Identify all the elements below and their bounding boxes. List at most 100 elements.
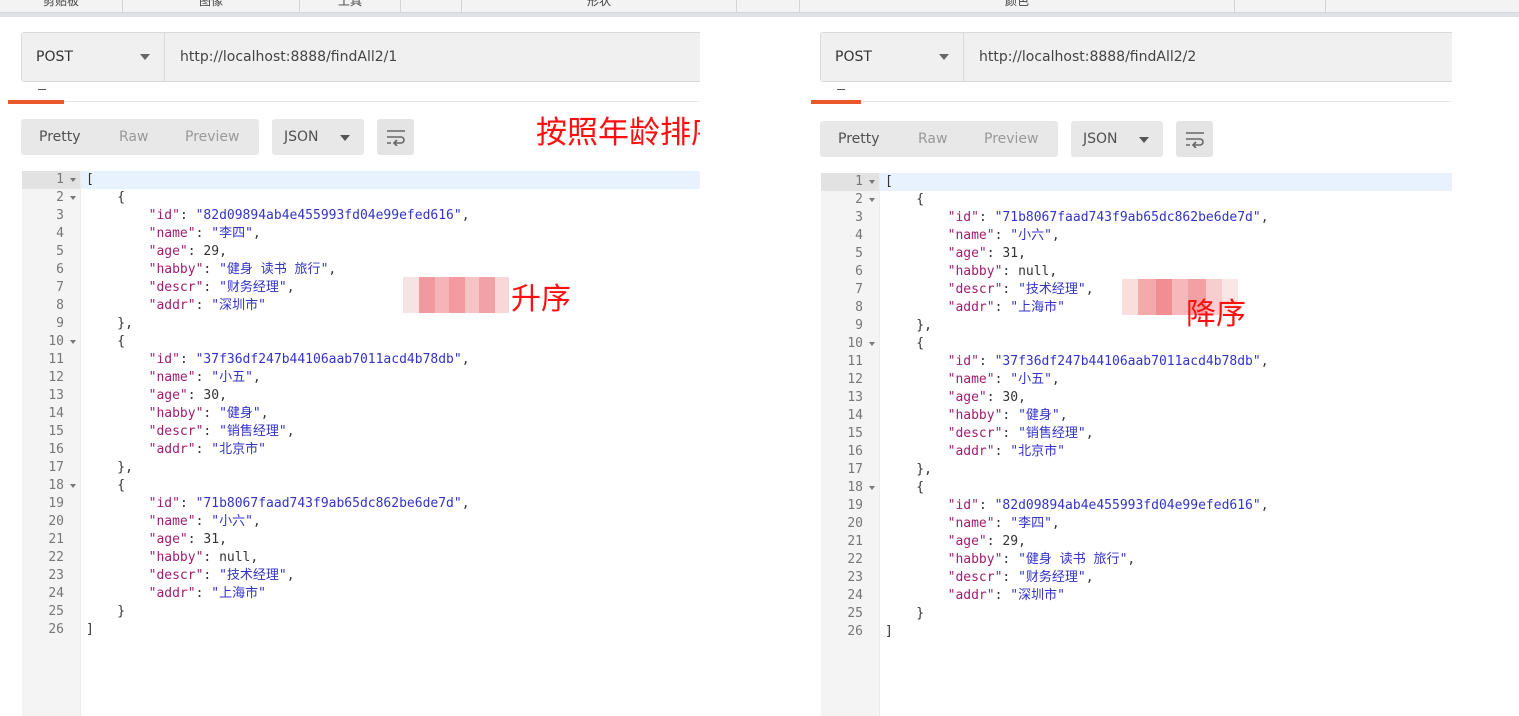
fold-toggle-icon[interactable] bbox=[869, 342, 875, 346]
code-line: "descr": "销售经理", bbox=[885, 425, 1094, 443]
ribbon-group-image[interactable]: 图像 bbox=[123, 0, 300, 12]
ribbon-group-colors[interactable]: 颜色 bbox=[800, 0, 1235, 12]
wrap-lines-button[interactable] bbox=[377, 119, 414, 155]
json-token: "name" bbox=[148, 226, 196, 241]
json-token: " bbox=[1252, 354, 1261, 369]
json-token: [ bbox=[885, 174, 893, 189]
url-input[interactable]: http://localhost:8888/findAll2/1 bbox=[166, 33, 700, 81]
json-token: " bbox=[245, 514, 253, 529]
json-token: : bbox=[1002, 282, 1019, 297]
line-number: 11 bbox=[48, 352, 64, 367]
json-token: : bbox=[203, 262, 220, 277]
tab-pretty[interactable]: Pretty bbox=[838, 121, 880, 157]
json-token: : bbox=[187, 388, 204, 403]
json-token: { bbox=[86, 190, 126, 205]
code-line: }, bbox=[885, 461, 932, 479]
json-token: : bbox=[994, 372, 1011, 387]
json-token: "id" bbox=[947, 498, 979, 513]
json-token: : bbox=[994, 516, 1011, 531]
json-token: " bbox=[1077, 282, 1086, 297]
code-line: } bbox=[885, 605, 924, 623]
json-value: 31 bbox=[203, 532, 220, 547]
ribbon-label: 图像 bbox=[198, 0, 223, 8]
ribbon-label: 剪贴板 bbox=[42, 0, 79, 8]
ribbon-group-clipboard[interactable]: 剪贴板 bbox=[0, 0, 123, 12]
json-token: "name" bbox=[947, 516, 995, 531]
format-select[interactable]: JSON bbox=[272, 119, 364, 155]
format-select[interactable]: JSON bbox=[1071, 121, 1163, 157]
fold-toggle-icon[interactable] bbox=[869, 180, 875, 184]
fold-toggle-icon[interactable] bbox=[70, 340, 76, 344]
json-token: " bbox=[1057, 444, 1065, 459]
line-number: 9 bbox=[855, 318, 863, 333]
line-number: 23 bbox=[847, 570, 863, 585]
json-token: , bbox=[1260, 210, 1269, 225]
method-select[interactable]: POST bbox=[821, 33, 964, 81]
json-token: , bbox=[1051, 228, 1060, 243]
url-input[interactable]: http://localhost:8888/findAll2/2 bbox=[965, 33, 1452, 81]
json-token: , bbox=[461, 352, 470, 367]
json-token: "name" bbox=[947, 372, 995, 387]
json-token: : bbox=[1002, 552, 1019, 567]
json-token: " bbox=[245, 226, 253, 241]
code-line: { bbox=[86, 333, 125, 351]
tab-raw[interactable]: Raw bbox=[918, 121, 947, 157]
tab-preview[interactable]: Preview bbox=[185, 119, 240, 155]
line-number: 20 bbox=[48, 514, 64, 529]
json-response-body[interactable]: [ { "id": "82d09894ab4e455993fd04e99efed… bbox=[81, 171, 700, 716]
line-number: 21 bbox=[847, 534, 863, 549]
ribbon-group-tools[interactable]: 工具 bbox=[300, 0, 401, 12]
line-number: 17 bbox=[847, 462, 863, 477]
json-value: 37f36df247b44106aab7011acd4b78db bbox=[203, 352, 454, 367]
fold-toggle-icon[interactable] bbox=[70, 178, 76, 182]
json-value: 健身 读书 旅行 bbox=[1025, 552, 1120, 567]
json-token: , bbox=[219, 388, 227, 403]
line-number: 18 bbox=[48, 478, 64, 493]
line-number: 24 bbox=[48, 586, 64, 601]
code-line: "descr": "财务经理", bbox=[86, 279, 295, 297]
json-token: " bbox=[1044, 516, 1052, 531]
json-value: 销售经理 bbox=[1025, 426, 1078, 441]
ribbon-group-shapes[interactable]: 形状 bbox=[462, 0, 737, 12]
json-token: , bbox=[250, 550, 259, 565]
tab-raw[interactable]: Raw bbox=[119, 119, 148, 155]
fold-toggle-icon[interactable] bbox=[70, 484, 76, 488]
json-token: " bbox=[245, 370, 253, 385]
json-value: 30 bbox=[203, 388, 220, 403]
json-response-body[interactable]: [ { "id": "71b8067faad743f9ab65dc862be6d… bbox=[880, 173, 1452, 716]
tab-indicator-tick bbox=[837, 89, 845, 90]
json-token: : bbox=[1002, 426, 1019, 441]
json-value: null bbox=[219, 550, 251, 565]
tab-preview[interactable]: Preview bbox=[984, 121, 1039, 157]
json-token: , bbox=[1085, 282, 1094, 297]
method-select[interactable]: POST bbox=[22, 33, 165, 81]
json-token: , bbox=[461, 496, 470, 511]
annotation-sort-by-age: 按照年龄排序 bbox=[536, 115, 700, 151]
json-value: 37f36df247b44106aab7011acd4b78db bbox=[1002, 354, 1253, 369]
line-number: 3 bbox=[855, 210, 863, 225]
fold-toggle-icon[interactable] bbox=[70, 196, 76, 200]
method-label: POST bbox=[36, 49, 73, 65]
tab-pretty[interactable]: Pretty bbox=[39, 119, 81, 155]
line-number: 6 bbox=[855, 264, 863, 279]
line-number: 15 bbox=[48, 424, 64, 439]
wrap-lines-button[interactable] bbox=[1176, 121, 1213, 157]
code-line: "habby": "健身 读书 旅行", bbox=[885, 551, 1136, 569]
json-token: "habby" bbox=[148, 550, 204, 565]
json-value: 小五 bbox=[219, 370, 246, 385]
json-token: }, bbox=[885, 462, 932, 477]
json-token: " bbox=[1018, 408, 1026, 423]
fold-toggle-icon[interactable] bbox=[869, 198, 875, 202]
line-number: 15 bbox=[847, 426, 863, 441]
fold-toggle-icon[interactable] bbox=[869, 486, 875, 490]
request-bar: POST http://localhost:8888/findAll2/2 bbox=[820, 32, 1452, 82]
